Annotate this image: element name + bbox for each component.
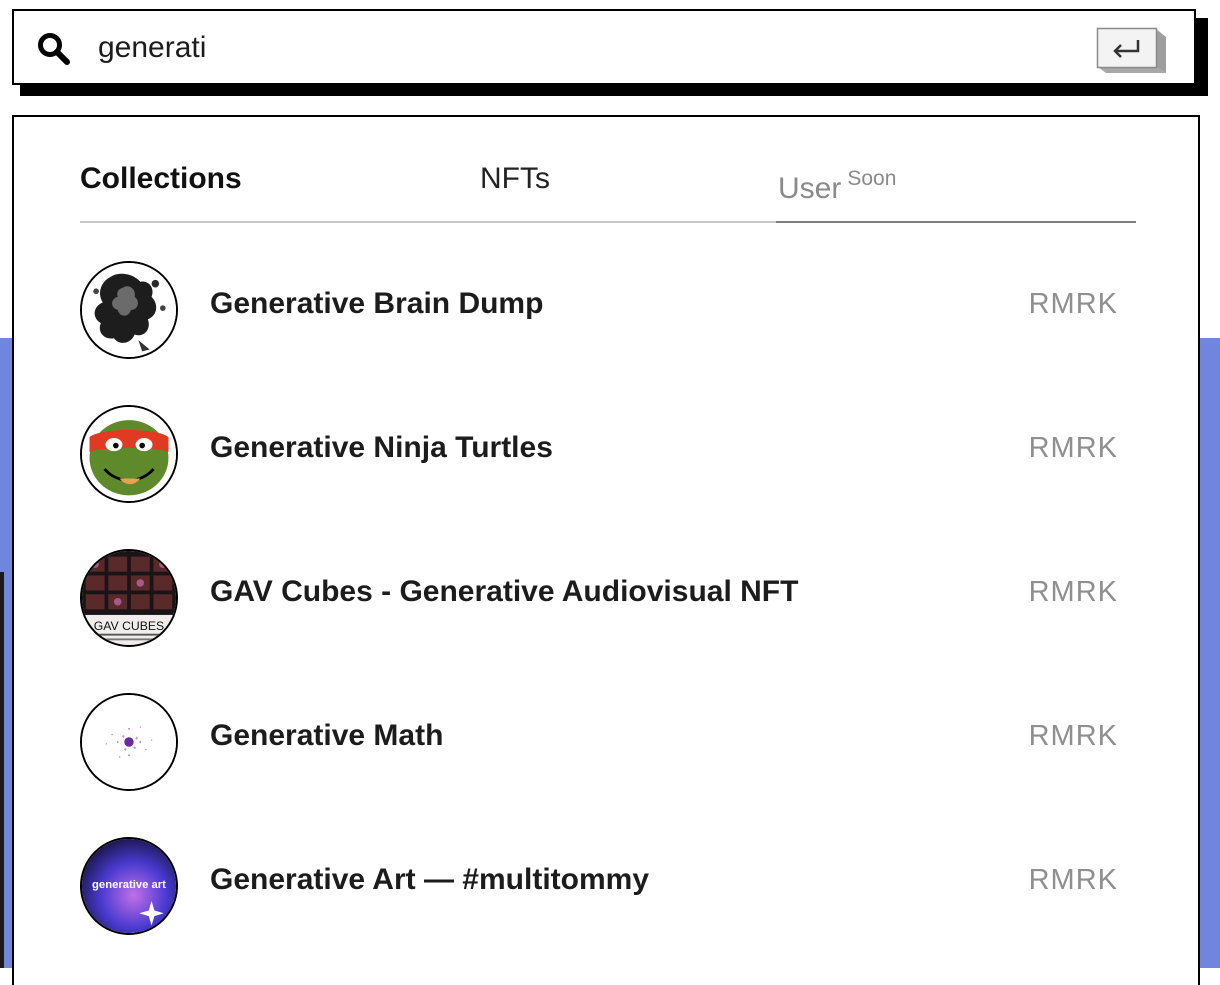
gav-cubes-logo-text: GAV CUBES (94, 619, 164, 633)
tab-user: User Soon (778, 157, 896, 221)
list-item[interactable]: Generative Math RMRK (80, 693, 1136, 837)
enter-key-icon[interactable] (1096, 27, 1168, 75)
tab-user-label: User (778, 172, 842, 205)
collection-chain: RMRK (1028, 576, 1118, 608)
turtle-avatar (80, 405, 178, 503)
collection-results-list: Generative Brain Dump RMRK Generative Ni… (80, 261, 1136, 981)
collection-chain: RMRK (1028, 432, 1118, 464)
result-tabs: Collections NFTs User Soon (80, 157, 1136, 223)
collection-name: Generative Math (210, 719, 444, 752)
collection-name: Generative Ninja Turtles (210, 431, 553, 464)
tab-user-underline (776, 221, 1136, 223)
tab-nfts[interactable]: NFTs (480, 157, 550, 221)
search-bar (12, 9, 1196, 85)
list-item[interactable]: Generative Ninja Turtles RMRK (80, 405, 1136, 549)
gav-cubes-avatar: GAV CUBES (80, 549, 178, 647)
collection-chain: RMRK (1028, 720, 1118, 752)
ink-splash-avatar (80, 261, 178, 359)
collection-name: GAV Cubes - Generative Audiovisual NFT (210, 575, 799, 608)
generative-art-logo-text: generative art (92, 879, 166, 891)
collection-name: Generative Art — #multitommy (210, 863, 649, 896)
list-item[interactable]: generative art Generative Art — #multito… (80, 837, 1136, 981)
background-edge-left (0, 572, 4, 968)
list-item[interactable]: GAV CUBES GAV Cubes - Generative Audiovi… (80, 549, 1136, 693)
soon-badge: Soon (847, 167, 897, 190)
collection-name: Generative Brain Dump (210, 287, 544, 320)
search-input[interactable] (98, 25, 998, 71)
math-dots-avatar (80, 693, 178, 791)
search-icon (38, 33, 70, 65)
tab-collections[interactable]: Collections (80, 157, 242, 221)
search-results-dropdown: Collections NFTs User Soon Generative Bra… (12, 115, 1200, 985)
collection-chain: RMRK (1028, 864, 1118, 896)
generative-art-avatar: generative art (80, 837, 178, 935)
collection-chain: RMRK (1028, 288, 1118, 320)
list-item[interactable]: Generative Brain Dump RMRK (80, 261, 1136, 405)
